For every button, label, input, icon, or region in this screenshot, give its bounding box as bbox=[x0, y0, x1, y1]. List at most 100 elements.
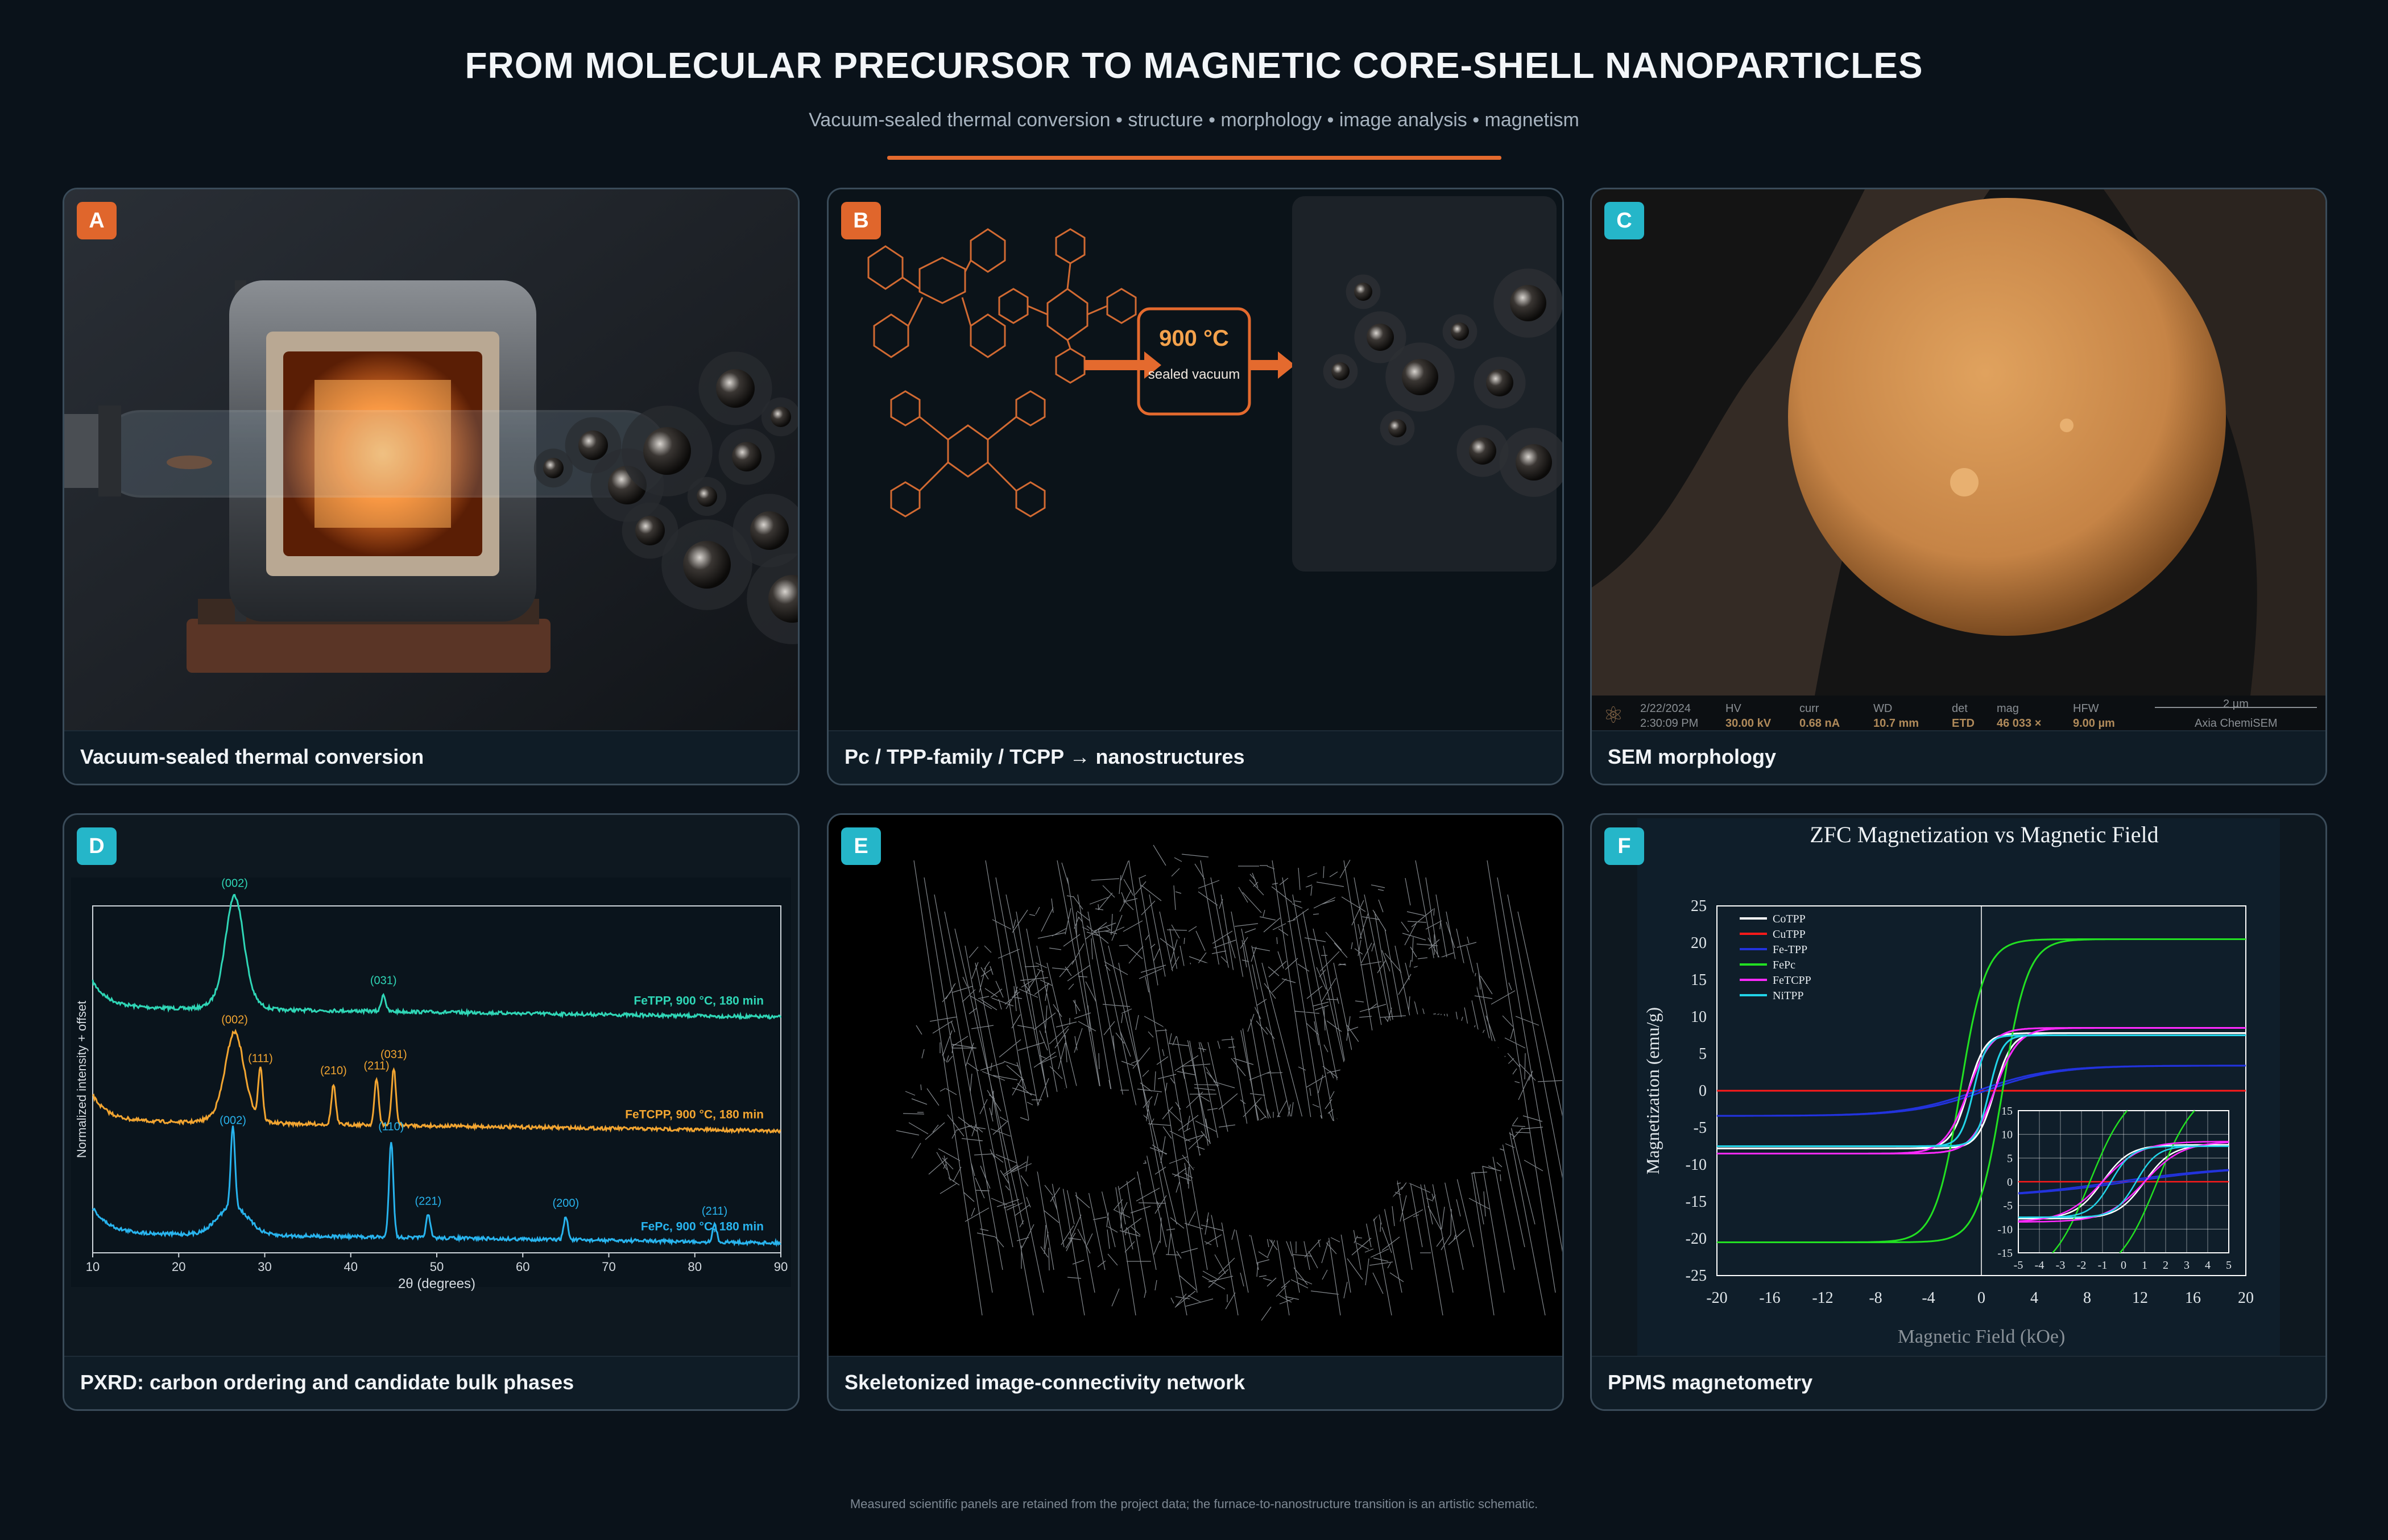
particle-core bbox=[578, 430, 608, 460]
inset-x-tick-label: 0 bbox=[2121, 1259, 2126, 1272]
particle-core bbox=[750, 511, 789, 550]
pxrd-peak-label: (002) bbox=[221, 1014, 248, 1026]
ppms-x-tick-label: 16 bbox=[2185, 1289, 2201, 1307]
sem-scale: 2 µm bbox=[2223, 698, 2249, 710]
particle-core bbox=[697, 486, 717, 507]
sem-curr: 0.68 nA bbox=[1799, 717, 1840, 730]
sem-date: 2/22/2024 bbox=[1640, 702, 1691, 715]
particle-core bbox=[1469, 437, 1496, 465]
inset-y-tick-label: -5 bbox=[2003, 1200, 2013, 1212]
pxrd-peak-label: (111) bbox=[248, 1052, 273, 1065]
ppms-y-tick-label: 0 bbox=[1699, 1082, 1707, 1100]
pxrd-x-tick-label: 90 bbox=[774, 1260, 788, 1274]
pxrd-peak-label: (200) bbox=[553, 1197, 580, 1210]
panel-d-badge: D bbox=[77, 827, 117, 865]
ppms-x-tick-label: 8 bbox=[2083, 1289, 2091, 1307]
inset-x-tick-label: 4 bbox=[2205, 1259, 2211, 1272]
pxrd-x-tick-label: 20 bbox=[172, 1260, 185, 1274]
panel-a-caption-bar: Vacuum-sealed thermal conversion bbox=[64, 730, 798, 784]
pxrd-x-tick-label: 40 bbox=[344, 1260, 358, 1274]
panel-e-badge: E bbox=[841, 827, 881, 865]
ppms-legend-label: FeTCPP bbox=[1773, 974, 1811, 987]
particle-core bbox=[635, 516, 665, 545]
sem-hfw-label: HFW bbox=[2073, 702, 2099, 715]
pxrd-peak-label: (210) bbox=[320, 1065, 347, 1077]
panel-d-pxrd: D 10 20 30 40 50 60 70 80 90 2θ (degrees) Normaliz… bbox=[63, 813, 800, 1411]
panel-f-ppms: F ZFC Magnetization vs Magnetic Field -20… bbox=[1590, 813, 2327, 1411]
ppms-x-tick-label: 20 bbox=[2238, 1289, 2254, 1307]
sem-time: 2:30:09 PM bbox=[1640, 717, 1699, 730]
sem-mag-label: mag bbox=[1997, 702, 2019, 715]
ppms-x-tick-label: -12 bbox=[1812, 1289, 1833, 1307]
panel-b-badge: B bbox=[841, 202, 881, 239]
pxrd-peak-label: (002) bbox=[221, 877, 248, 890]
inset-x-tick-label: 2 bbox=[2163, 1259, 2168, 1272]
precursor-scheme bbox=[829, 189, 1562, 735]
ppms-x-tick-label: 0 bbox=[1977, 1289, 1985, 1307]
ppms-y-tick-label: -5 bbox=[1694, 1119, 1707, 1137]
sem-hfw: 9.00 µm bbox=[2073, 717, 2115, 730]
particle-core bbox=[1388, 419, 1406, 437]
sem-wd: 10.7 mm bbox=[1873, 717, 1919, 730]
void-region bbox=[1025, 1085, 1150, 1193]
sem-hv-label: HV bbox=[1725, 702, 1741, 715]
pxrd-series-name: FeTPP, 900 °C, 180 min bbox=[634, 995, 764, 1008]
particle-core bbox=[716, 369, 755, 408]
panel-c-caption: SEM morphology bbox=[1608, 745, 1776, 768]
pxrd-x-tick-label: 70 bbox=[602, 1260, 615, 1274]
ppms-y-tick-label: -15 bbox=[1686, 1193, 1707, 1211]
particle-core bbox=[1367, 324, 1394, 351]
arrow-2 bbox=[1249, 360, 1278, 370]
void-region bbox=[1153, 963, 1255, 1042]
ppms-x-tick-label: 4 bbox=[2030, 1289, 2038, 1307]
ppms-x-tick-label: 12 bbox=[2132, 1289, 2148, 1307]
pxrd-peak-label: (221) bbox=[415, 1195, 442, 1208]
panel-d-caption: PXRD: carbon ordering and candidate bulk… bbox=[80, 1371, 574, 1394]
magnetization-chart: ZFC Magnetization vs Magnetic Field-20 -1… bbox=[1637, 818, 2280, 1356]
particle-core bbox=[1451, 322, 1469, 341]
ppms-legend-label: Fe-TPP bbox=[1773, 943, 1807, 956]
particle-core bbox=[543, 458, 564, 478]
inset-x-tick-label: 5 bbox=[2226, 1259, 2232, 1272]
temperature-label: 900 °C bbox=[1159, 326, 1229, 351]
pxrd-x-tick-label: 80 bbox=[688, 1260, 702, 1274]
pxrd-chart: 10 20 30 40 50 60 70 80 90 2θ (degrees) Normalized… bbox=[71, 877, 791, 1291]
sem-det: ETD bbox=[1952, 717, 1975, 730]
footer-note: Measured scientific panels are retained … bbox=[850, 1497, 1538, 1511]
inset-x-tick-label: 1 bbox=[2142, 1259, 2147, 1272]
inset-y-tick-label: 15 bbox=[2001, 1105, 2013, 1117]
pxrd-peak-label: (110) bbox=[378, 1121, 404, 1133]
panel-b-precursors: B 900 °C sealed vacuum Pc / TPP-family /… bbox=[827, 188, 1564, 785]
panel-c-caption-bar: SEM morphology bbox=[1592, 730, 2325, 784]
skeleton-network-image bbox=[829, 815, 1562, 1361]
inset-x-tick-label: 3 bbox=[2184, 1259, 2190, 1272]
pxrd-x-tick-label: 50 bbox=[430, 1260, 444, 1274]
void-region bbox=[1193, 1116, 1397, 1241]
void-region bbox=[1409, 957, 1477, 1014]
ppms-x-axis-label: Magnetic Field (kOe) bbox=[1898, 1326, 2066, 1347]
pxrd-x-tick-label: 30 bbox=[258, 1260, 271, 1274]
sem-mag: 46 033 × bbox=[1997, 717, 2042, 730]
ppms-title: ZFC Magnetization vs Magnetic Field bbox=[1810, 822, 2158, 847]
particle-core bbox=[1486, 369, 1513, 396]
ppms-y-tick-label: 15 bbox=[1691, 971, 1707, 989]
pxrd-x-axis-label: 2θ (degrees) bbox=[398, 1276, 475, 1291]
sem-det-label: det bbox=[1952, 702, 1968, 715]
ppms-y-tick-label: -25 bbox=[1686, 1267, 1707, 1285]
ppms-y-tick-label: 5 bbox=[1699, 1045, 1707, 1063]
panel-f-caption-bar: PPMS magnetometry bbox=[1592, 1356, 2325, 1409]
particle-core bbox=[1516, 444, 1552, 481]
sem-databar: ⚛ 2/22/2024 2:30:09 PM HV 30.00 kV curr … bbox=[1592, 696, 2325, 735]
ppms-legend-label: CoTPP bbox=[1773, 913, 1806, 925]
title-underline bbox=[887, 156, 1501, 160]
panel-a-furnace: A Vacuum-sealed thermal conversion bbox=[63, 188, 800, 785]
ppms-legend-label: NiTPP bbox=[1773, 990, 1803, 1002]
pxrd-y-axis-label: Normalized intensity + offset bbox=[75, 1001, 89, 1158]
panel-e-caption: Skeletonized image-connectivity network bbox=[845, 1371, 1245, 1394]
panel-f-caption: PPMS magnetometry bbox=[1608, 1371, 1813, 1394]
sem-image bbox=[1592, 189, 2325, 735]
sem-wd-label: WD bbox=[1873, 702, 1893, 715]
inset-y-tick-label: 5 bbox=[2007, 1152, 2013, 1165]
pxrd-peak-label: (031) bbox=[380, 1049, 407, 1061]
pxrd-x-tick-label: 10 bbox=[86, 1260, 100, 1274]
